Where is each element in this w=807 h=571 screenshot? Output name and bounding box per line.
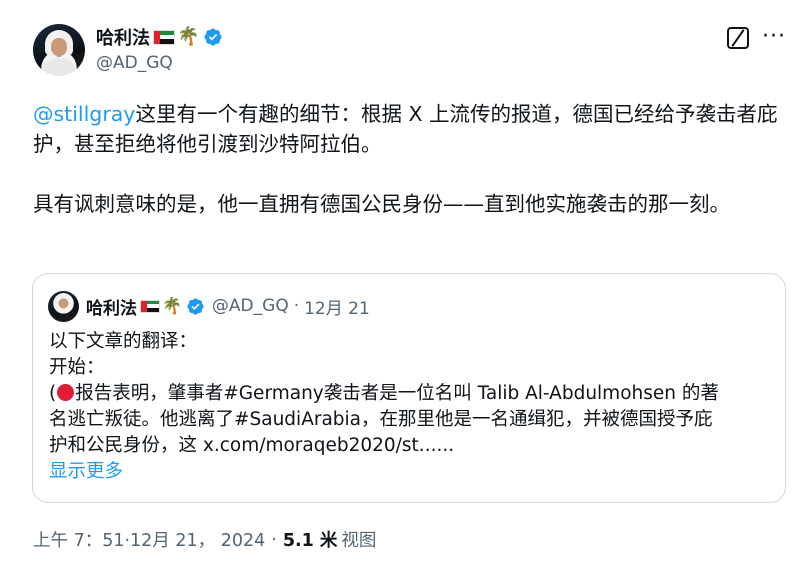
quoted-tweet-date[interactable]: 12月 21 [304,294,370,319]
author-name-row[interactable]: 哈利法 🌴 [96,24,223,50]
avatar-robe [39,58,79,76]
open-paren: ( [49,383,57,404]
author-handle[interactable]: @AD_GQ [96,53,173,73]
tweet-meta: 上午 7：51 ·12月 21， 2024 · 5.1 米 视图 [33,527,376,552]
quoted-author-avatar[interactable] [48,291,79,322]
tweet-paragraph-1-text: 这里有一个有趣的细节：根据 X 上流传的报道，德国已经给予袭击者庇护，甚至拒绝将… [33,102,778,156]
more-icon[interactable]: ··· [762,24,786,50]
quoted-line-5: 护和公民身份，这 x.com/moraqeb2020/st...... [49,435,455,456]
views-count: 5.1 米 [282,531,338,551]
author-display-name[interactable]: 哈利法 [96,24,150,50]
grok-icon[interactable] [727,27,749,49]
tweet-time[interactable]: 上午 7：51 [33,527,124,552]
quoted-author-name[interactable]: 哈利法 [86,294,137,319]
palm-tree-icon: 🌴 [177,26,200,47]
palm-tree-icon: 🌴 [162,296,182,315]
quoted-tweet-text: 以下文章的翻译： 开始： ( 报告表明，肇事者#Germany袭击者是一位名叫 T… [49,329,775,485]
quoted-line-4: 名逃亡叛徒。他逃离了#SaudiArabia，在那里他是一名通缉犯，并被德国授予… [49,409,713,430]
uae-flag-icon [153,29,175,45]
quoted-tweet[interactable]: 哈利法 🌴 @AD_GQ · 12月 21 以下文章的翻译： 开始： ( 报告表明… [32,273,786,503]
show-more-link[interactable]: 显示更多 [49,459,775,485]
quoted-line-3-text: 报告表明，肇事者#Germany袭击者是一位名叫 Talib Al-Abdulm… [75,383,719,404]
mention-link[interactable]: @stillgray [33,102,135,126]
uae-flag-icon [140,299,160,313]
quoted-author-handle: @AD_GQ [211,296,289,316]
verified-badge-icon [187,297,204,315]
quoted-tweet-header: 哈利法 🌴 @AD_GQ · 12月 21 [86,294,370,319]
quoted-line-2: 开始： [49,357,105,378]
tweet-date[interactable]: ·12月 21， 2024 [124,527,265,552]
quoted-line-3: ( 报告表明，肇事者#Germany袭击者是一位名叫 Talib Al-Abdul… [49,381,775,407]
tweet-text: @stillgray这里有一个有趣的细节：根据 X 上流传的报道，德国已经给予袭… [33,99,778,249]
tweet-paragraph-1: @stillgray这里有一个有趣的细节：根据 X 上流传的报道，德国已经给予袭… [33,99,778,159]
red-circle-icon [57,384,75,401]
views-label: 视图 [341,531,377,551]
author-avatar[interactable] [33,24,85,76]
avatar-face [51,38,67,56]
verified-badge-icon[interactable] [203,27,223,47]
separator-dot: · [293,296,300,316]
quoted-line-1: 以下文章的翻译： [49,331,198,352]
tweet-paragraph-2: 具有讽刺意味的是，他一直拥有德国公民身份——直到他实施袭击的那一刻。 [33,192,730,216]
separator-dot: · [271,529,277,550]
